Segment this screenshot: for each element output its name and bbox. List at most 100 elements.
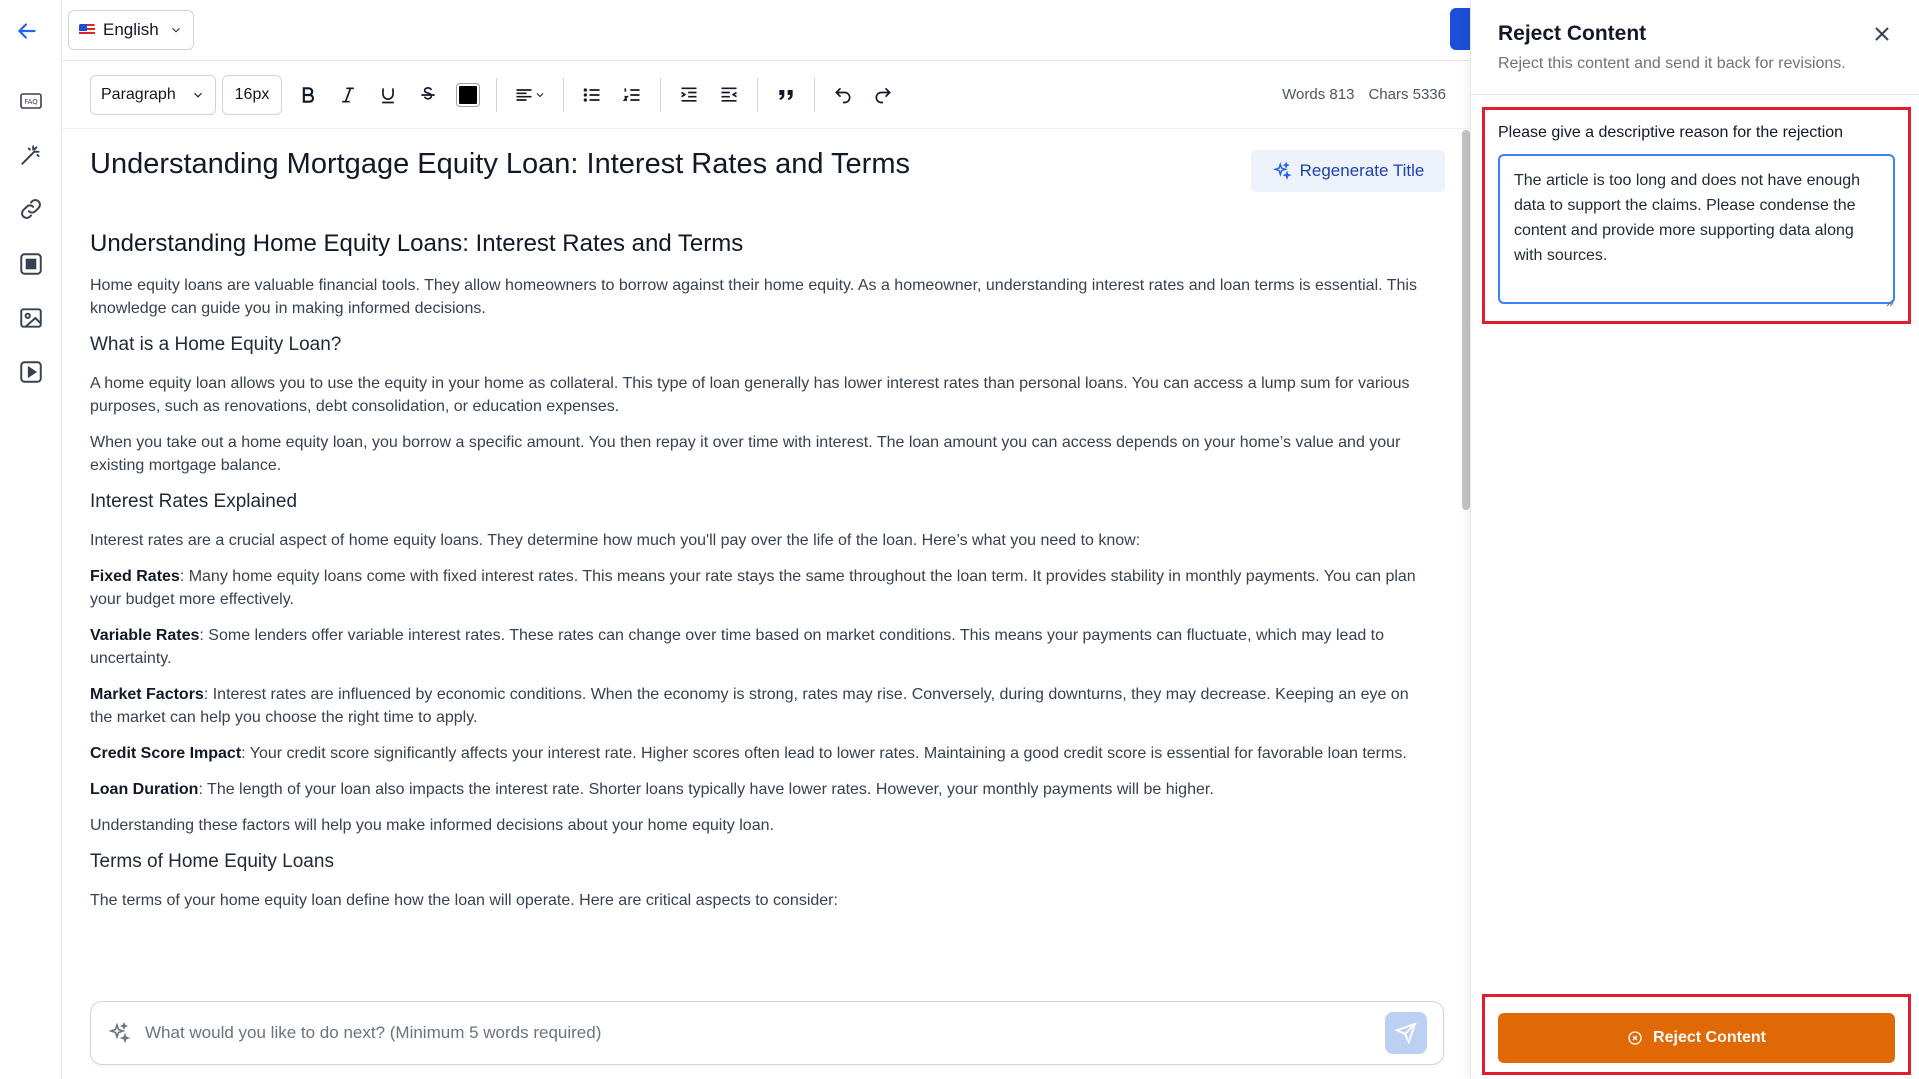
paragraph: Understanding these factors will help yo… <box>90 817 774 834</box>
paragraph: Home equity loans are valuable financial… <box>90 277 1417 317</box>
rejection-reason-highlight: Please give a descriptive reason for the… <box>1482 107 1911 324</box>
toolbar-divider <box>757 77 758 112</box>
char-count: Chars 5336 <box>1368 86 1446 103</box>
sparkles-icon <box>108 1021 131 1044</box>
text-color-swatch <box>456 82 480 107</box>
panel-header: Reject Content Reject this content and s… <box>1471 0 1919 95</box>
paragraph: Interest rates are a crucial aspect of h… <box>90 532 1141 549</box>
indent-icon <box>681 87 697 102</box>
list-item: Market Factors: Interest rates are influ… <box>90 683 1430 729</box>
left-icon-rail: FAQ <box>0 0 62 1079</box>
undo-button[interactable] <box>826 78 860 112</box>
rejection-reason-label: Please give a descriptive reason for the… <box>1498 124 1844 141</box>
list-item: Credit Score Impact: Your credit score s… <box>90 742 1430 765</box>
chevron-down-icon <box>536 92 544 97</box>
strikethrough-button[interactable] <box>411 78 445 112</box>
chevron-down-icon <box>172 27 180 33</box>
align-button[interactable] <box>508 78 552 112</box>
bullet-list-button[interactable] <box>575 78 609 112</box>
editor-content[interactable]: Understanding Mortgage Equity Loan: Inte… <box>62 130 1462 990</box>
strikethrough-icon <box>421 86 435 100</box>
page-title[interactable]: Understanding Mortgage Equity Loan: Inte… <box>90 148 1445 181</box>
rejection-reason-textarea[interactable]: The article is too long and does not hav… <box>1498 154 1895 304</box>
x-circle-icon <box>1628 1031 1642 1045</box>
stop-square-icon[interactable] <box>18 251 44 277</box>
subsection-heading: Terms of Home Equity Loans <box>90 851 334 872</box>
hidden-action-button[interactable] <box>1450 8 1470 50</box>
redo-button[interactable] <box>866 78 900 112</box>
block-type-value: Paragraph <box>101 85 176 103</box>
reject-content-label: Reject Content <box>1653 1029 1766 1046</box>
svg-text:FAQ: FAQ <box>24 98 38 106</box>
paragraph: The terms of your home equity loan defin… <box>90 892 838 909</box>
bold-icon <box>302 86 314 103</box>
editor-scrollbar[interactable] <box>1462 130 1470 510</box>
list-item: Variable Rates: Some lenders offer varia… <box>90 624 1430 670</box>
chevron-down-icon <box>194 92 202 98</box>
indent-button[interactable] <box>672 78 706 112</box>
regenerate-title-label: Regenerate Title <box>1299 161 1425 180</box>
ai-prompt-bar <box>90 1001 1444 1065</box>
redo-icon <box>875 87 891 103</box>
word-count: Words 813 <box>1282 86 1355 103</box>
italic-button[interactable] <box>331 78 365 112</box>
panel-subtitle: Reject this content and send it back for… <box>1498 55 1846 72</box>
list-item: Loan Duration: The length of your loan a… <box>90 778 1430 801</box>
undo-icon <box>835 87 851 103</box>
list-item-term: Fixed Rates <box>90 568 180 585</box>
language-selector[interactable]: English <box>68 10 194 50</box>
list-item: Fixed Rates: Many home equity loans come… <box>90 565 1430 611</box>
quote-icon <box>779 89 793 100</box>
italic-icon <box>342 87 354 102</box>
section-heading: Understanding Home Equity Loans: Interes… <box>90 230 744 257</box>
reject-button-highlight: Reject Content <box>1482 994 1911 1075</box>
text-color-button[interactable] <box>451 78 485 112</box>
magic-wand-icon[interactable] <box>18 142 44 168</box>
outdent-icon <box>721 87 737 102</box>
list-item-text: : The length of your loan also impacts t… <box>198 781 1214 798</box>
bullet-list-icon <box>583 87 600 102</box>
numbered-list-icon <box>622 87 640 101</box>
font-size-select[interactable]: 16px <box>222 74 282 115</box>
list-item-term: Loan Duration <box>90 781 199 798</box>
reject-content-button[interactable]: Reject Content <box>1498 1013 1895 1063</box>
numbered-list-button[interactable] <box>615 78 649 112</box>
subsection-heading: Interest Rates Explained <box>90 491 298 512</box>
image-icon[interactable] <box>18 305 44 331</box>
document-body[interactable]: Understanding Home Equity Loans: Interes… <box>90 230 1430 925</box>
outdent-button[interactable] <box>712 78 746 112</box>
underline-button[interactable] <box>371 78 405 112</box>
list-item-text: : Interest rates are influenced by econo… <box>90 686 1409 726</box>
editor-toolbar: Paragraph 16px Words 813 Chars 5336 <box>62 61 1470 129</box>
list-item-term: Variable Rates <box>90 627 200 644</box>
close-icon[interactable] <box>1870 22 1894 46</box>
paragraph: A home equity loan allows you to use the… <box>90 375 1410 415</box>
list-item-text: : Many home equity loans come with fixed… <box>90 568 1416 608</box>
back-arrow-icon[interactable] <box>14 18 40 44</box>
bold-button[interactable] <box>291 78 325 112</box>
block-type-select[interactable]: Paragraph <box>90 74 216 115</box>
reject-content-panel: Reject Content Reject this content and s… <box>1470 0 1919 1079</box>
top-bar: English <box>62 0 1470 61</box>
resize-handle-icon[interactable] <box>1884 297 1894 307</box>
word-char-counts: Words 813 Chars 5336 <box>1282 86 1446 103</box>
list-item-term: Market Factors <box>90 686 204 703</box>
regenerate-title-button[interactable]: Regenerate Title <box>1251 150 1445 192</box>
faq-icon[interactable]: FAQ <box>18 88 44 114</box>
toolbar-divider <box>496 77 497 112</box>
send-button[interactable] <box>1385 1012 1427 1054</box>
paragraph: When you take out a home equity loan, yo… <box>90 434 1401 474</box>
video-icon[interactable] <box>18 359 44 385</box>
send-icon <box>1395 1022 1417 1044</box>
blockquote-button[interactable] <box>769 78 803 112</box>
panel-title: Reject Content <box>1498 22 1647 45</box>
toolbar-divider <box>814 77 815 112</box>
link-icon[interactable] <box>18 196 44 222</box>
subsection-heading: What is a Home Equity Loan? <box>90 334 342 355</box>
prompt-input[interactable] <box>145 1023 1371 1043</box>
underline-icon <box>382 87 394 103</box>
toolbar-divider <box>563 77 564 112</box>
sparkles-icon <box>1272 161 1292 180</box>
language-label: English <box>103 20 159 39</box>
list-item-text: : Some lenders offer variable interest r… <box>90 627 1385 667</box>
